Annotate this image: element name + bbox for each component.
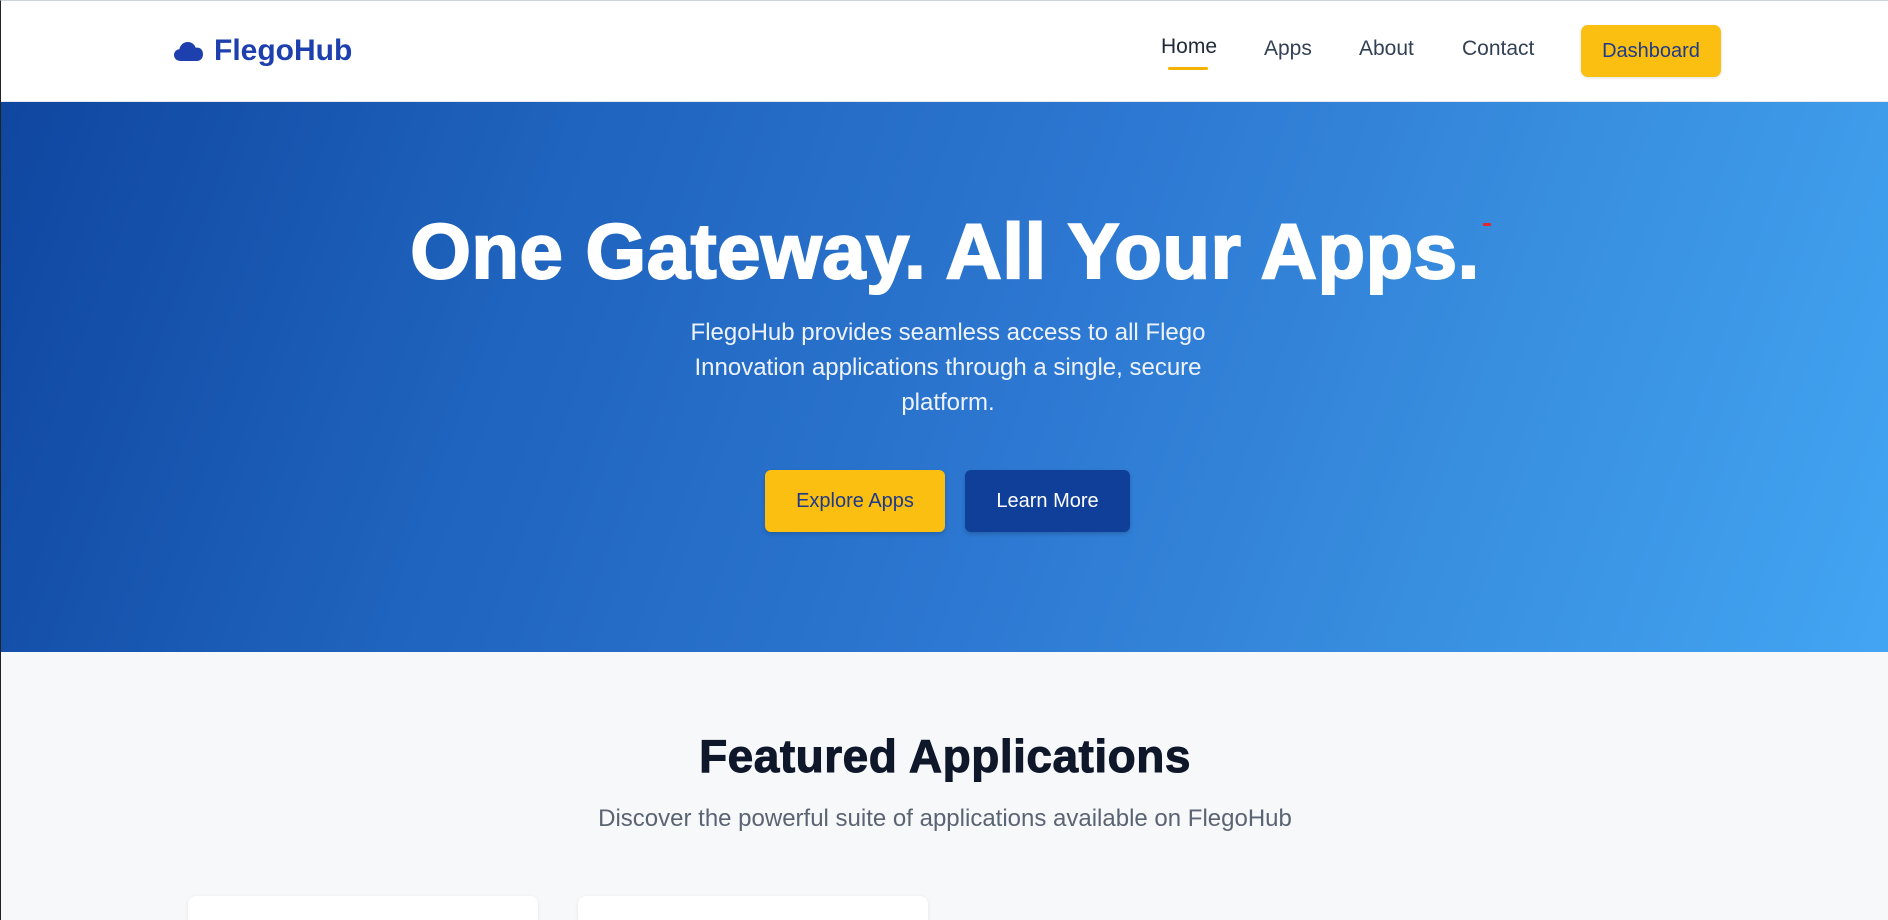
nav-active-underline [1168, 67, 1208, 70]
brand-logo[interactable]: FlegoHub [173, 31, 352, 71]
nav-contact-link[interactable]: Contact [1462, 37, 1534, 61]
site-header: FlegoHub Home Apps About Contact Dashboa… [1, 1, 1888, 102]
explore-apps-button[interactable]: Explore Apps [765, 470, 945, 532]
cloud-icon [174, 42, 203, 61]
hero-title: One Gateway. All Your Apps. [409, 206, 1480, 296]
app-card[interactable] [188, 896, 538, 920]
nav-apps-link[interactable]: Apps [1264, 37, 1312, 61]
featured-subtitle: Discover the powerful suite of applicati… [598, 805, 1292, 832]
nav-home-link[interactable]: Home [1161, 35, 1217, 59]
hero-section: One Gateway. All Your Apps. FlegoHub pro… [1, 102, 1888, 652]
app-card[interactable] [578, 896, 928, 920]
learn-more-button[interactable]: Learn More [965, 470, 1130, 532]
hero-subtitle: FlegoHub provides seamless access to all… [690, 319, 1206, 416]
dashboard-button[interactable]: Dashboard [1581, 25, 1721, 77]
nav-about-link[interactable]: About [1359, 37, 1414, 61]
brand-name: FlegoHub [214, 34, 353, 67]
featured-title: Featured Applications [699, 730, 1191, 783]
red-mark [1483, 223, 1491, 226]
